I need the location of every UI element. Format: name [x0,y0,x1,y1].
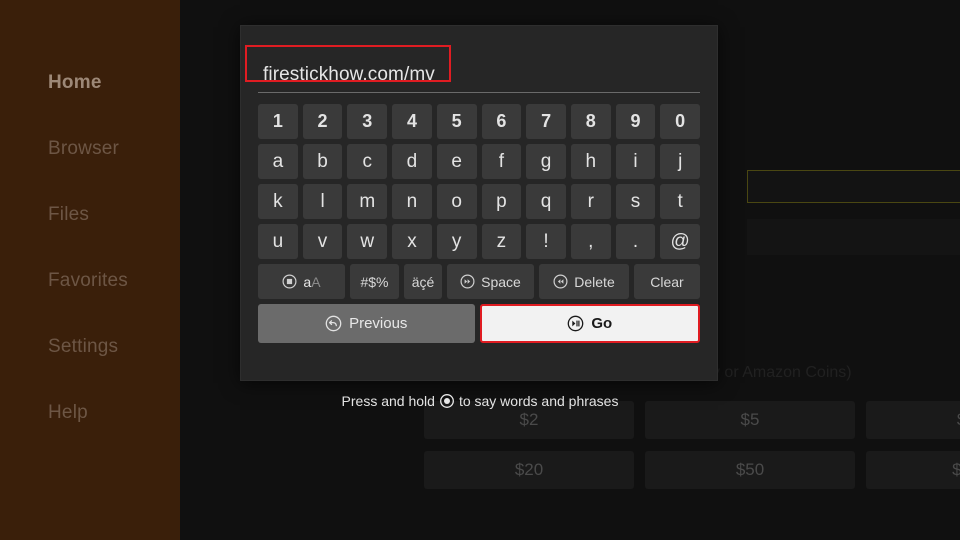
donation-button-5[interactable]: $5 [645,401,855,439]
keyboard-row-a-j: a b c d e f g h i j [258,144,701,179]
key-m[interactable]: m [347,184,388,219]
key-symbols[interactable]: #$% [350,264,399,299]
key-delete-label: Delete [574,273,615,290]
donation-button-100[interactable]: $100 [866,451,960,489]
key-1[interactable]: 1 [258,104,298,139]
key-comma[interactable]: , [570,224,611,259]
key-3[interactable]: 3 [347,104,388,139]
donation-button-50[interactable]: $50 [645,451,855,489]
donation-button-2[interactable]: $2 [424,401,634,439]
fire-tv-screen: Home Browser Files Favorites Settings He… [0,0,960,540]
key-c[interactable]: c [347,144,388,179]
key-accents[interactable]: äçé [404,264,442,299]
sidebar: Home Browser Files Favorites Settings He… [0,0,180,540]
options-circle-icon [282,274,297,289]
key-w[interactable]: w [347,224,388,259]
key-at[interactable]: @ [660,224,701,259]
sidebar-item-label: Files [48,204,90,225]
sidebar-item-help[interactable]: Help [0,380,180,446]
keyboard-keys: 1 2 3 4 5 6 7 8 9 0 a b c d e f g h i j … [258,104,701,343]
key-a[interactable]: a [258,144,298,179]
key-case-toggle[interactable]: aA [258,264,345,299]
key-x[interactable]: x [392,224,432,259]
key-s[interactable]: s [615,184,656,219]
key-i[interactable]: i [615,144,656,179]
sidebar-item-files[interactable]: Files [0,182,180,248]
keyboard-function-row: aA #$% äçé Space Delete Clear [258,264,700,299]
sidebar-item-favorites[interactable]: Favorites [0,248,180,314]
key-exclaim[interactable]: ! [526,224,566,259]
keyboard-row-numbers: 1 2 3 4 5 6 7 8 9 0 [258,104,701,139]
key-clear[interactable]: Clear [634,264,700,299]
sidebar-item-label: Browser [48,138,120,159]
previous-button-label: Previous [349,315,408,332]
keyboard-action-row: Previous Go [258,304,700,343]
sidebar-item-settings[interactable]: Settings [0,314,180,380]
key-0[interactable]: 0 [660,104,701,139]
key-z[interactable]: z [481,224,522,259]
key-9[interactable]: 9 [615,104,656,139]
sidebar-item-browser[interactable]: Browser [0,116,180,182]
key-space-label: Space [481,273,521,290]
key-p[interactable]: p [481,184,522,219]
background-focused-field[interactable] [747,170,960,203]
go-button[interactable]: Go [479,304,700,343]
url-input[interactable]: firestickhow.com/mv [258,58,700,91]
key-o[interactable]: o [436,184,477,219]
key-period[interactable]: . [615,224,656,259]
key-g[interactable]: g [526,144,566,179]
key-k[interactable]: k [258,184,298,219]
key-e[interactable]: e [436,144,477,179]
key-t[interactable]: t [660,184,701,219]
case-toggle-upper: A [311,273,321,290]
key-4[interactable]: 4 [392,104,432,139]
play-pause-circle-icon [567,315,584,332]
key-h[interactable]: h [570,144,611,179]
key-5[interactable]: 5 [436,104,477,139]
key-7[interactable]: 7 [526,104,566,139]
sidebar-item-label: Help [48,402,88,423]
keyboard-row-u-at: u v w x y z ! , . @ [258,224,701,259]
rewind-circle-icon [553,274,568,289]
previous-button[interactable]: Previous [258,304,475,343]
sidebar-item-home[interactable]: Home [0,50,180,116]
key-delete[interactable]: Delete [539,264,629,299]
url-input-row: firestickhow.com/mv [245,45,700,93]
key-6[interactable]: 6 [481,104,522,139]
key-2[interactable]: 2 [302,104,343,139]
key-n[interactable]: n [392,184,432,219]
onscreen-keyboard-dialog: firestickhow.com/mv 1 2 3 4 5 6 7 8 9 0 … [240,25,718,381]
keyboard-row-k-t: k l m n o p q r s t [258,184,701,219]
go-button-label: Go [591,315,613,332]
sidebar-item-label: Settings [48,336,119,357]
key-l[interactable]: l [302,184,343,219]
sidebar-item-label: Favorites [48,270,128,291]
key-f[interactable]: f [481,144,522,179]
key-space[interactable]: Space [447,264,534,299]
background-secondary-field[interactable] [747,219,960,255]
key-q[interactable]: q [526,184,566,219]
donation-button-10[interactable]: $10 [866,401,960,439]
donation-button-20[interactable]: $20 [424,451,634,489]
key-y[interactable]: y [436,224,477,259]
sidebar-item-label: Home [48,72,102,93]
back-circle-icon [325,315,342,332]
key-8[interactable]: 8 [570,104,611,139]
key-b[interactable]: b [302,144,343,179]
fast-forward-circle-icon [460,274,475,289]
key-d[interactable]: d [392,144,432,179]
key-r[interactable]: r [570,184,611,219]
donation-button-grid: $2 $5 $10 $20 $50 $100 [424,401,960,489]
key-u[interactable]: u [258,224,298,259]
key-j[interactable]: j [660,144,701,179]
key-v[interactable]: v [302,224,343,259]
